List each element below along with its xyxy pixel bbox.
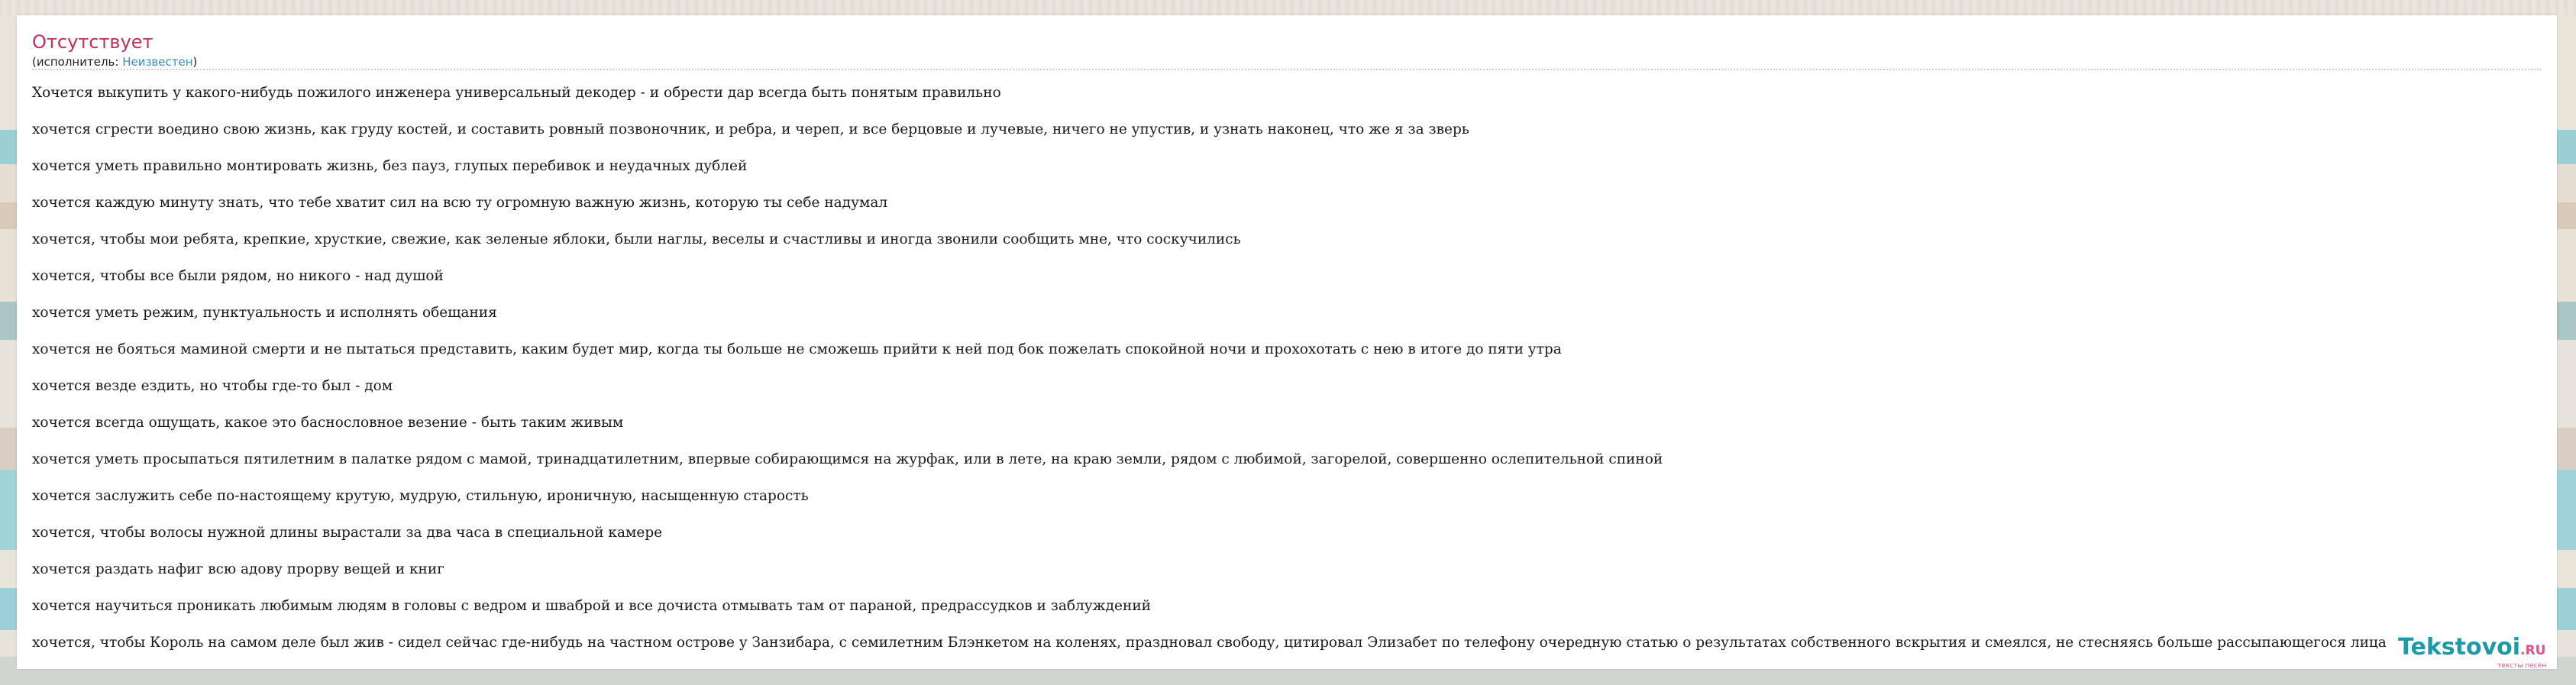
watermark-brand: Tekstovoi bbox=[2398, 634, 2521, 661]
lyrics-text: Хочется выкупить у какого-нибудь пожилог… bbox=[32, 75, 2557, 661]
title-divider bbox=[32, 69, 2542, 70]
lyric-line: хочется уметь правильно монтировать жизн… bbox=[32, 158, 748, 174]
song-title: Отсутствует bbox=[32, 31, 154, 53]
lyric-line: хочется, чтобы мои ребята, крепкие, хрус… bbox=[32, 231, 1241, 247]
performer-suffix: ) bbox=[192, 55, 198, 69]
lyric-line: хочется везде ездить, но чтобы где-то бы… bbox=[32, 378, 393, 394]
lyric-line: Хочется выкупить у какого-нибудь пожилог… bbox=[32, 85, 1001, 101]
lyric-line: хочется, чтобы Король на самом деле был … bbox=[32, 635, 2387, 651]
lyric-line: хочется научиться проникать любимым людя… bbox=[32, 598, 1151, 614]
watermark-tld: .RU bbox=[2520, 643, 2546, 658]
performer-link[interactable]: Неизвестен bbox=[122, 55, 192, 69]
lyric-line: хочется, чтобы волосы нужной длины вырас… bbox=[32, 525, 663, 541]
lyric-line: хочется всегда ощущать, какое это баснос… bbox=[32, 415, 624, 431]
lyric-line: хочется каждую минуту знать, что тебе хв… bbox=[32, 195, 888, 211]
lyric-line: хочется заслужить себе по-настоящему кру… bbox=[32, 488, 809, 504]
watermark-tagline: тексты песен bbox=[2497, 662, 2547, 670]
performer-prefix: (исполнитель: bbox=[32, 55, 123, 69]
lyric-line: хочется сгрести воедино свою жизнь, как … bbox=[32, 121, 1469, 137]
lyric-line: хочется уметь режим, пунктуальность и ис… bbox=[32, 305, 497, 321]
lyric-line: хочется уметь просыпаться пятилетним в п… bbox=[32, 451, 1663, 467]
lyric-line: хочется не бояться маминой смерти и не п… bbox=[32, 341, 1562, 357]
lyric-line: хочется раздать нафиг всю адову прорву в… bbox=[32, 561, 444, 577]
performer-line: (исполнитель: Неизвестен) bbox=[32, 55, 197, 69]
page-top-strip bbox=[0, 0, 2576, 15]
content-panel: Отсутствует (исполнитель: Неизвестен) Хо… bbox=[17, 15, 2557, 669]
tekstovoi-watermark: Tekstovoi.RU тексты песен bbox=[2398, 634, 2546, 670]
lyric-line: хочется, чтобы все были рядом, но никого… bbox=[32, 268, 444, 284]
